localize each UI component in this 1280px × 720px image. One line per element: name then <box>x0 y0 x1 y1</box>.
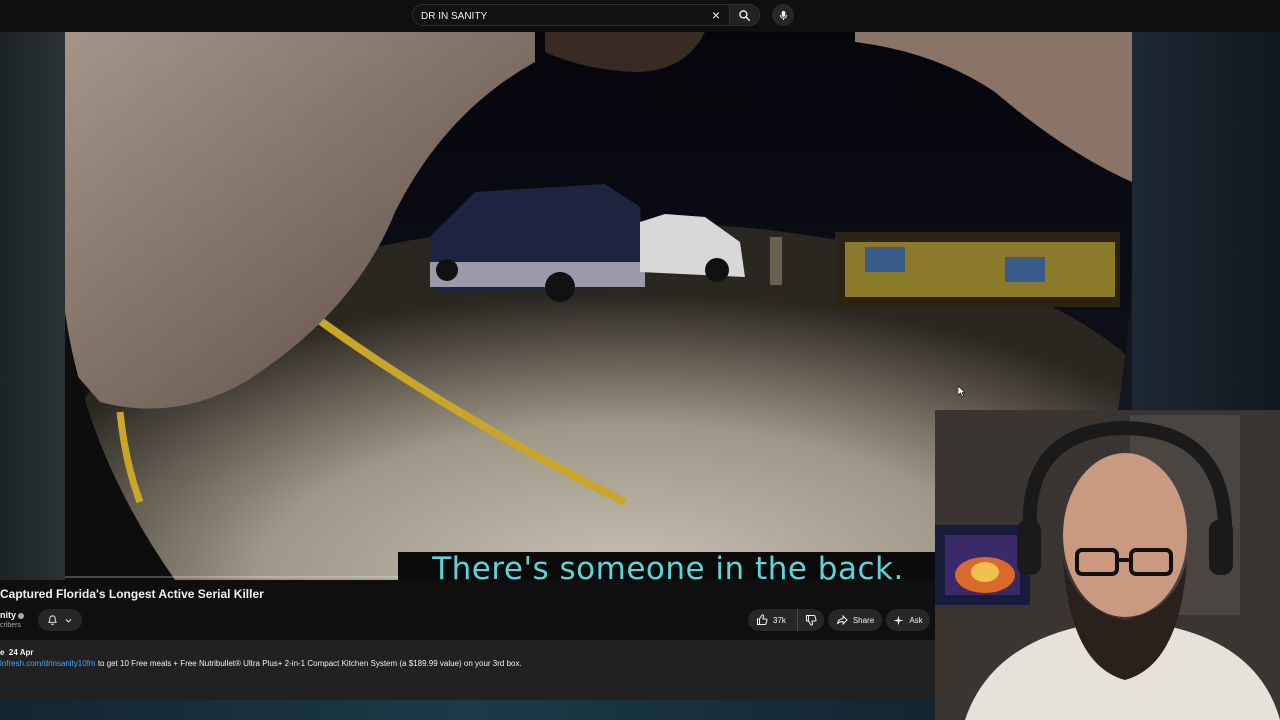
cursor-icon <box>958 386 966 397</box>
description-meta-prefix: e <box>0 648 5 657</box>
dislike-button[interactable] <box>798 609 824 631</box>
description-body: to get 10 Free meals + Free Nutribullet®… <box>95 659 522 668</box>
search-button[interactable] <box>730 4 760 26</box>
channel-name[interactable]: nity <box>0 610 25 620</box>
notification-button[interactable] <box>38 609 82 631</box>
description-box[interactable] <box>0 640 935 700</box>
like-button[interactable]: 37k <box>748 609 798 631</box>
search-icon <box>739 9 751 21</box>
description-meta: e 24 Apr <box>0 648 34 657</box>
thumbs-down-icon <box>806 615 817 626</box>
share-button[interactable]: Share <box>828 609 882 631</box>
ask-button[interactable]: Ask <box>886 609 930 631</box>
like-dislike-group: 37k <box>748 609 824 631</box>
search-box[interactable]: × <box>412 4 730 26</box>
description-text: lofresh.com/drinsanity10fm to get 10 Fre… <box>0 659 522 668</box>
share-icon <box>836 614 848 626</box>
bottom-strip <box>0 700 935 720</box>
webcam-overlay <box>935 410 1280 720</box>
subtitle-caption: There's someone in the back. <box>398 552 938 580</box>
chevron-down-icon <box>65 618 72 623</box>
mic-icon <box>779 10 787 20</box>
upload-date: 24 Apr <box>8 648 34 657</box>
like-count: 37k <box>773 615 786 625</box>
ask-label: Ask <box>909 615 923 625</box>
verified-icon <box>18 612 25 619</box>
bell-icon <box>47 615 58 626</box>
close-icon[interactable]: × <box>709 8 723 22</box>
thumbs-up-icon <box>757 614 768 625</box>
search-input[interactable] <box>421 8 701 24</box>
webcam-frame <box>935 410 1280 720</box>
sparkle-icon <box>893 614 904 626</box>
subscriber-count: cribers <box>0 622 22 629</box>
share-label: Share <box>852 615 875 625</box>
left-background <box>0 32 65 580</box>
channel-name-text[interactable]: nity <box>0 610 16 620</box>
right-background <box>1132 32 1280 410</box>
voice-search-button[interactable] <box>772 4 794 26</box>
description-link[interactable]: lofresh.com/drinsanity10fm <box>0 659 96 668</box>
video-title: Captured Florida's Longest Active Serial… <box>0 587 264 601</box>
